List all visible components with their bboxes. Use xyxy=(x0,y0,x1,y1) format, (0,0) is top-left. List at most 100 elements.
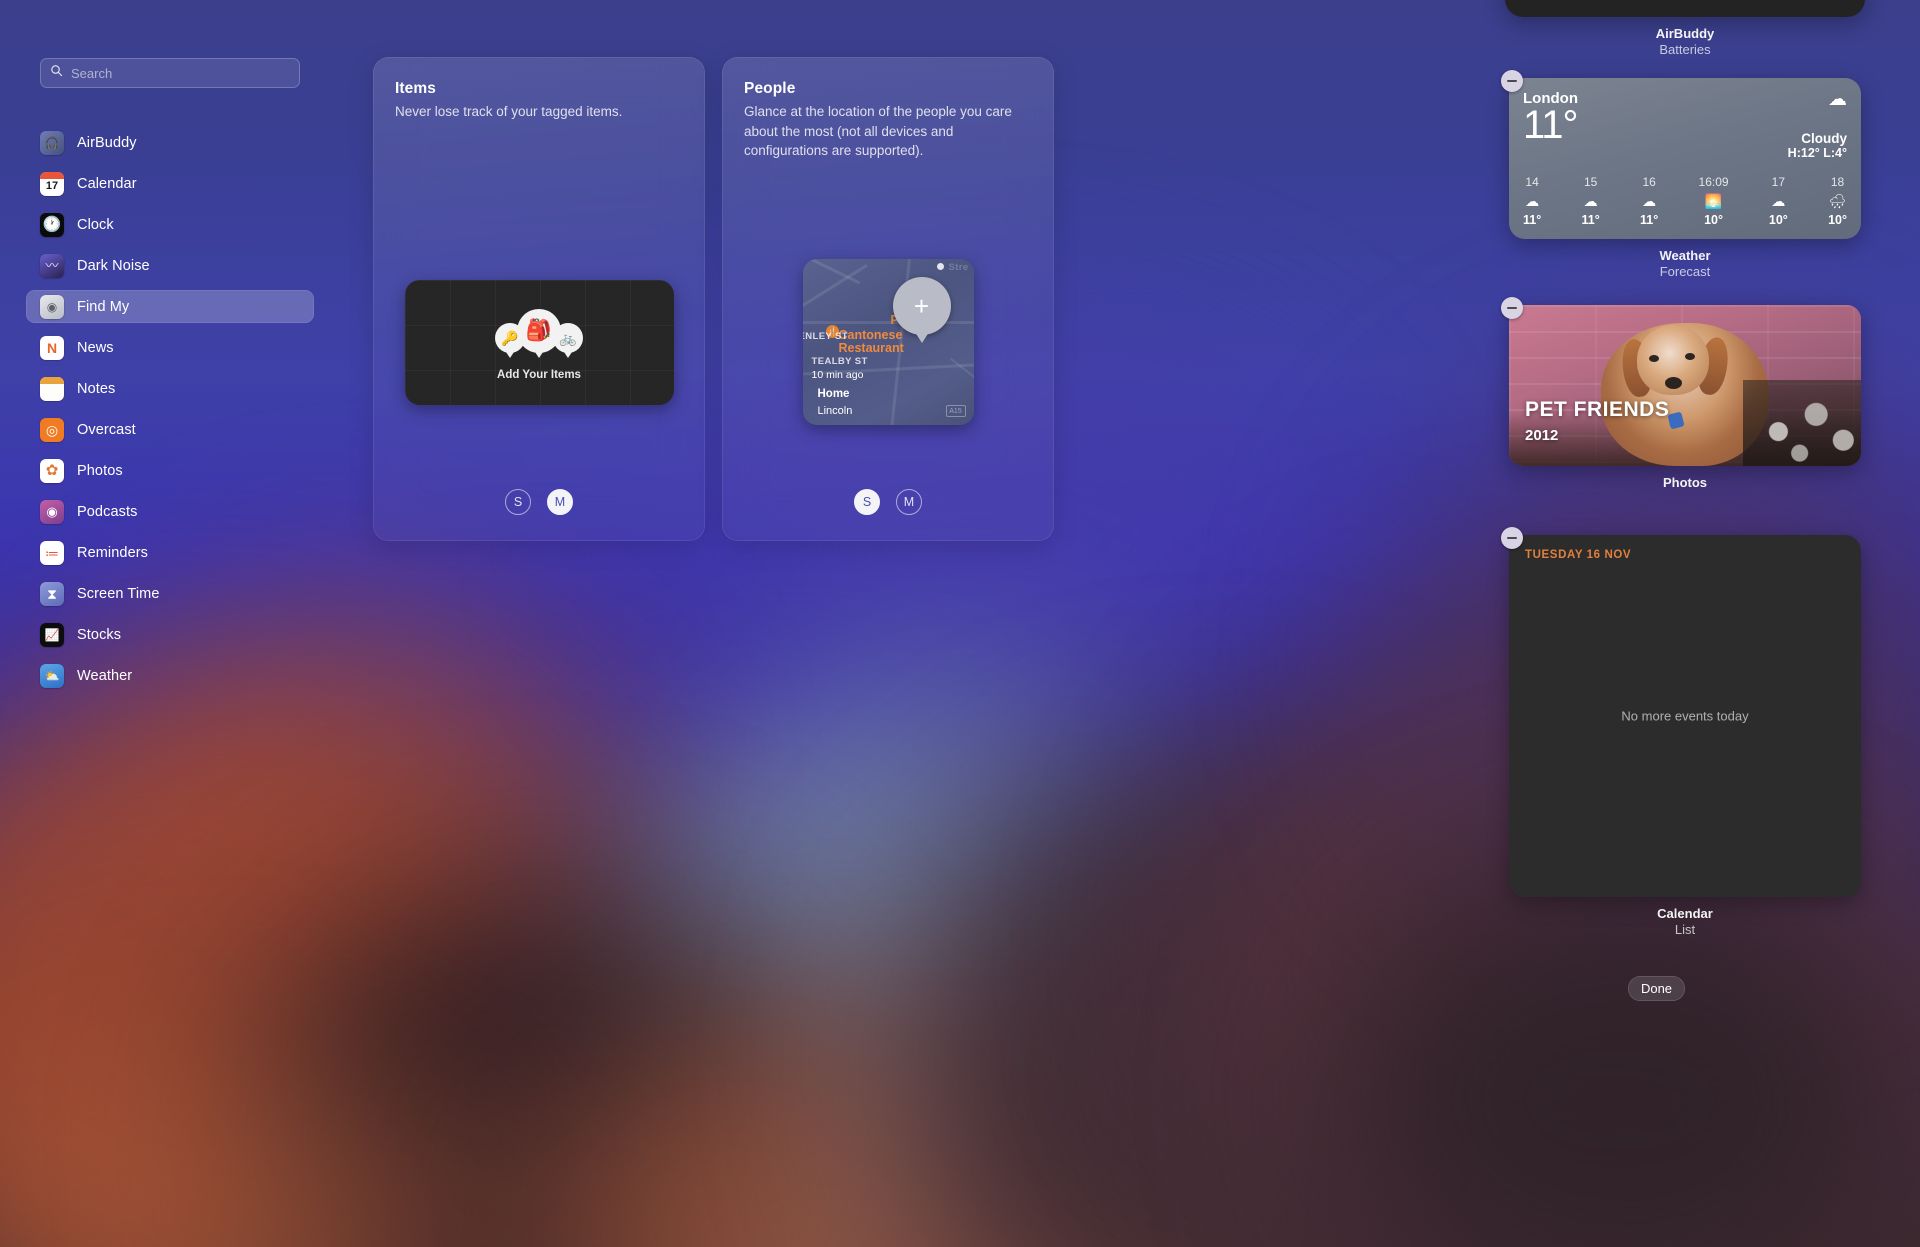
dark-noise-app-icon: 〰 xyxy=(40,253,64,278)
sidebar-item-label: Calendar xyxy=(77,175,137,192)
hour-temp: 11° xyxy=(1640,213,1659,227)
street-label-tealby: TEALBY ST xyxy=(811,356,868,367)
size-option-m[interactable]: M xyxy=(547,489,573,515)
airbuddy-app-icon: 🎧 xyxy=(40,130,64,155)
hour-temp: 10° xyxy=(1828,213,1847,227)
widget-name: Weather xyxy=(1659,248,1711,263)
done-button[interactable]: Done xyxy=(1628,976,1685,1001)
sidebar-item-label: Dark Noise xyxy=(77,257,150,274)
sunset-icon: 🌅 xyxy=(1704,193,1723,209)
widget-airbuddy[interactable]: AirBuddy Batteries xyxy=(1450,0,1920,57)
stocks-app-icon: 📈 xyxy=(40,622,64,647)
poi-name-line3: Restaurant xyxy=(838,341,904,355)
sidebar-item-find-my[interactable]: ◉ Find My xyxy=(26,290,314,323)
search-field[interactable] xyxy=(40,58,300,88)
calendar-empty-state: No more events today xyxy=(1621,708,1749,724)
photo-album-year: 2012 xyxy=(1525,427,1559,444)
widget-photos[interactable]: PET FRIENDS 2012 Photos xyxy=(1450,297,1920,490)
search-input[interactable] xyxy=(71,65,290,81)
sidebar-item-label: Stocks xyxy=(77,626,122,643)
sidebar-item-label: Clock xyxy=(77,216,114,233)
rain-moon-icon: 🌧 xyxy=(1828,193,1847,209)
cloud-icon: ☁ xyxy=(1583,193,1598,209)
weather-hour-3: 16:09 🌅 10° xyxy=(1699,175,1729,227)
cloud-icon: ☁ xyxy=(1771,193,1786,209)
street-label-enley: ENLEY ST xyxy=(802,331,848,342)
airbuddy-widget-body[interactable] xyxy=(1505,0,1865,17)
sidebar-item-label: Find My xyxy=(77,298,130,315)
weather-hour-0: 14 ☁ 11° xyxy=(1523,175,1541,227)
widget-weather[interactable]: London 11° ☁ Cloudy H:12° L:4° 14 ☁ 11° 15 ☁… xyxy=(1450,70,1920,279)
sidebar-item-stocks[interactable]: 📈 Stocks xyxy=(26,618,314,651)
sidebar-item-label: Podcasts xyxy=(77,503,138,520)
card-description: Never lose track of your tagged items. xyxy=(395,104,623,119)
reminders-app-icon: ≔ xyxy=(40,540,64,565)
sidebar-item-airbuddy[interactable]: 🎧 AirBuddy xyxy=(26,126,314,159)
hour-time: 17 xyxy=(1771,175,1785,189)
people-widget-preview[interactable]: Stre 🍴 P Cantonese Restaurant ENLEY ST T… xyxy=(722,237,1054,447)
sidebar-item-reminders[interactable]: ≔ Reminders xyxy=(26,536,314,569)
sidebar-item-label: News xyxy=(77,339,114,356)
notes-app-icon xyxy=(40,376,64,401)
sidebar-item-label: Screen Time xyxy=(77,585,160,602)
hour-time: 18 xyxy=(1830,175,1845,189)
size-option-s[interactable]: S xyxy=(505,489,531,515)
add-your-items-label: Add Your Items xyxy=(497,369,581,381)
photos-app-icon: ✿ xyxy=(40,458,64,483)
person-sublabel: Lincoln xyxy=(817,405,853,417)
hour-time: 15 xyxy=(1583,175,1598,189)
hour-temp: 11° xyxy=(1523,213,1542,227)
sidebar-item-clock[interactable]: 🕐 Clock xyxy=(26,208,314,241)
calendar-widget-body[interactable]: TUESDAY 16 NOV No more events today xyxy=(1509,535,1861,897)
person-name: Home xyxy=(817,388,850,400)
news-app-icon: N xyxy=(40,335,64,360)
weather-high-low: H:12° L:4° xyxy=(1787,146,1847,160)
widget-calendar[interactable]: TUESDAY 16 NOV No more events today Cale… xyxy=(1450,527,1920,937)
sidebar-item-podcasts[interactable]: ◉ Podcasts xyxy=(26,495,314,528)
location-timestamp: 10 min ago xyxy=(811,369,864,381)
screen-time-app-icon: ⧗ xyxy=(40,581,64,606)
search-icon xyxy=(50,64,63,82)
find-my-app-icon: ◉ xyxy=(40,294,64,319)
remove-widget-button[interactable] xyxy=(1501,297,1523,319)
sidebar-item-notes[interactable]: Notes xyxy=(26,372,314,405)
widget-app-sidebar: 🎧 AirBuddy 17 Calendar 🕐 Clock 〰 Dark Noise ◉ Fin… xyxy=(0,0,340,1247)
widget-gallery-card-people[interactable]: People Glance at the location of the peo… xyxy=(722,57,1054,541)
sidebar-item-calendar[interactable]: 17 Calendar xyxy=(26,167,314,200)
sidebar-item-dark-noise[interactable]: 〰 Dark Noise xyxy=(26,249,314,282)
widget-kind: Batteries xyxy=(1659,42,1711,57)
photos-widget-body[interactable]: PET FRIENDS 2012 xyxy=(1509,305,1861,466)
weather-hourly-forecast: 14 ☁ 11° 15 ☁ 11° 16 ☁ 11° 16:09 🌅 10° 17 ☁ 10° 18 🌧 10° xyxy=(1523,175,1847,227)
sidebar-item-screen-time[interactable]: ⧗ Screen Time xyxy=(26,577,314,610)
remove-widget-button[interactable] xyxy=(1501,70,1523,92)
size-option-m[interactable]: M xyxy=(896,489,922,515)
app-list: 🎧 AirBuddy 17 Calendar 🕐 Clock 〰 Dark Noise ◉ Fin… xyxy=(0,126,340,692)
card-description: Glance at the location of the people you… xyxy=(744,104,1012,159)
road-shield-badge: A15 xyxy=(945,405,966,417)
weather-widget-body[interactable]: London 11° ☁ Cloudy H:12° L:4° 14 ☁ 11° 15 ☁… xyxy=(1509,78,1861,239)
items-widget-preview[interactable]: 🔑 🎒 🚲 Add Your Items xyxy=(373,237,705,447)
widget-gallery-card-items[interactable]: Items Never lose track of your tagged it… xyxy=(373,57,705,541)
hour-temp: 10° xyxy=(1768,213,1788,227)
sidebar-item-overcast[interactable]: ◎ Overcast xyxy=(26,413,314,446)
hour-time: 16:09 xyxy=(1698,175,1729,189)
sidebar-item-photos[interactable]: ✿ Photos xyxy=(26,454,314,487)
remove-widget-button[interactable] xyxy=(1501,527,1523,549)
sidebar-item-label: AirBuddy xyxy=(77,134,137,151)
widget-name: AirBuddy xyxy=(1655,26,1715,41)
map-faint-label: Stre xyxy=(948,262,969,273)
size-option-s[interactable]: S xyxy=(854,489,880,515)
podcasts-app-icon: ◉ xyxy=(40,499,64,524)
weather-condition: Cloudy xyxy=(1801,131,1847,146)
widget-kind: List xyxy=(1674,922,1696,937)
widget-name: Photos xyxy=(1662,475,1708,490)
weather-hour-5: 18 🌧 10° xyxy=(1828,175,1847,227)
sidebar-item-label: Photos xyxy=(77,462,123,479)
clock-app-icon: 🕐 xyxy=(40,212,64,237)
weather-hour-2: 16 ☁ 11° xyxy=(1640,175,1658,227)
sidebar-item-weather[interactable]: ⛅ Weather xyxy=(26,659,314,692)
add-person-pin[interactable]: + xyxy=(892,277,951,335)
card-title: People xyxy=(744,80,796,97)
sidebar-item-news[interactable]: N News xyxy=(26,331,314,364)
cloud-icon: ☁ xyxy=(1642,193,1657,209)
